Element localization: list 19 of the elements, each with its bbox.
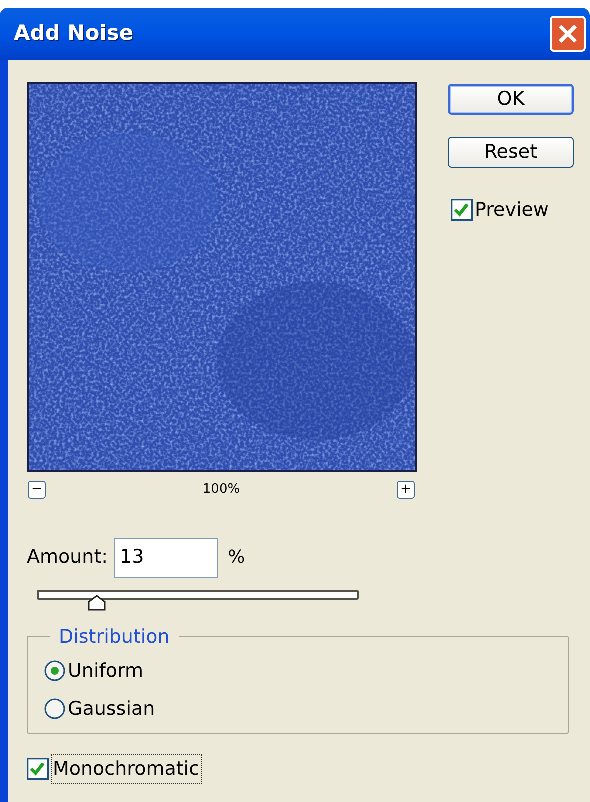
checkbox[interactable] [27, 758, 49, 780]
unit-label: % [228, 546, 246, 570]
checkbox-label[interactable]: Monochromatic [51, 754, 202, 784]
dialog-button[interactable]: OK [448, 84, 574, 115]
checkbox-label[interactable]: Preview [475, 196, 549, 224]
checkbox[interactable] [451, 199, 473, 222]
close-icon [557, 23, 579, 45]
radio-label[interactable]: Uniform [68, 656, 144, 685]
dialog-button[interactable]: Reset [448, 137, 574, 168]
field-label: Amount: [27, 545, 108, 570]
zoom-in-button[interactable]: + [396, 480, 415, 499]
amount-field[interactable]: 13 [114, 538, 218, 578]
radio-button[interactable] [44, 698, 66, 720]
radio-label[interactable]: Gaussian [68, 695, 156, 724]
window-title: Add Noise [14, 20, 134, 48]
zoom-level: 100% [202, 481, 240, 499]
zoom-out-button[interactable]: − [28, 480, 46, 499]
close-button[interactable] [550, 16, 586, 52]
radio-button[interactable] [44, 660, 66, 682]
